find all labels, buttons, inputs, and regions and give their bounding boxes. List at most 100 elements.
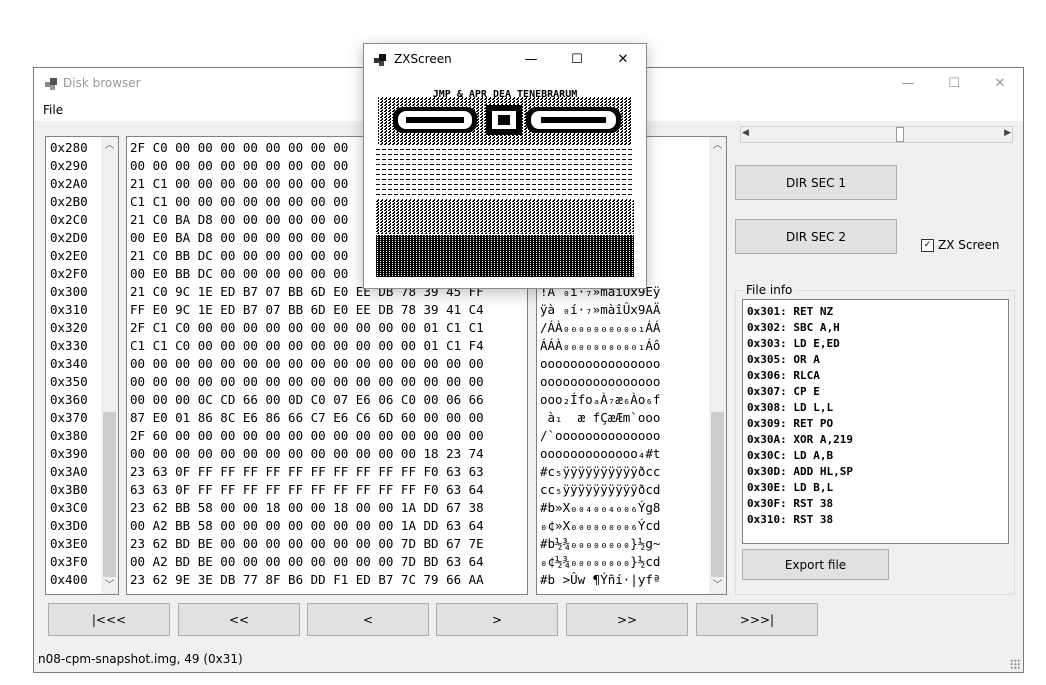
last-page-button[interactable]: >>>|	[696, 603, 818, 636]
ascii-row: #b½¾₀₀₀₀₀₀₀₀}½g~	[540, 536, 661, 551]
hex-row: FF E0 9C 1E ED B7 07 BB 6D E0 EE DB 78 3…	[130, 302, 484, 317]
file-info-group: File info 0x301: RET NZ 0x302: SBC A,H 0x3…	[735, 283, 1015, 595]
app-window-icon	[45, 78, 57, 90]
main-title: Disk browser	[63, 76, 141, 90]
offset-row: 0x2A0	[50, 176, 88, 191]
menu-file[interactable]: File	[43, 103, 63, 117]
zx-screen-checkbox[interactable]: ✓ ZX Screen	[921, 238, 1000, 252]
prev-big-button[interactable]: <<	[178, 603, 300, 636]
offset-row: 0x330	[50, 338, 88, 353]
offset-row: 0x3C0	[50, 500, 88, 515]
zxscreen-window: ZXScreen — ☐ ✕ JMP & APR DEA TENEBRARUM	[363, 43, 647, 289]
ascii-row: ₀¢½¾₀₀₀₀₀₀₀₀}½cd	[540, 554, 661, 569]
hex-row: 00 A2 BB 58 00 00 00 00 00 00 00 00 1A D…	[130, 518, 484, 533]
disassembly-lines: 0x301: RET NZ 0x302: SBC A,H 0x303: LD E,E…	[747, 304, 853, 528]
scroll-thumb[interactable]	[103, 412, 116, 577]
status-text: n08-cpm-snapshot.img, 49 (0x31)	[38, 652, 243, 666]
export-file-button[interactable]: Export file	[742, 549, 889, 580]
offset-row: 0x3A0	[50, 464, 88, 479]
scroll-down-icon[interactable]: ﹀	[709, 577, 726, 594]
disassembly-line: 0x301: RET NZ	[747, 305, 834, 318]
disassembly-line: 0x30E: LD B,L	[747, 481, 834, 494]
disassembly-line: 0x306: RLCA	[747, 369, 820, 382]
offset-row: 0x280	[50, 140, 88, 155]
checkbox-checked-icon[interactable]: ✓	[921, 238, 934, 252]
minimize-button[interactable]: —	[508, 44, 554, 75]
scroll-up-icon[interactable]: ︿	[101, 137, 118, 154]
disassembly-line: 0x30F: RST 38	[747, 497, 834, 510]
ascii-row: à₁ æ fÇæÆm`ooo	[540, 410, 661, 425]
next-button[interactable]: >	[436, 603, 558, 636]
next-big-button[interactable]: >>	[566, 603, 688, 636]
zx-screen-image: JMP & APR DEA TENEBRARUM	[376, 87, 634, 277]
disassembly-line: 0x310: RST 38	[747, 513, 834, 526]
offset-row: 0x350	[50, 374, 88, 389]
scroll-down-icon[interactable]: ﹀	[101, 577, 118, 594]
first-page-button[interactable]: |<<<	[48, 603, 170, 636]
file-info-list[interactable]: 0x301: RET NZ 0x302: SBC A,H 0x303: LD E,E…	[742, 299, 1009, 544]
zx-titlebar[interactable]: ZXScreen — ☐ ✕	[364, 44, 646, 74]
ascii-row: ÿà ₀í·₇»màîÛx9AÄ	[540, 302, 661, 317]
offset-row: 0x360	[50, 392, 88, 407]
ascii-row: #c₅ÿÿÿÿÿÿÿÿÿÿðcc	[540, 464, 661, 479]
zx-banner: JMP & APR DEA TENEBRARUM	[433, 89, 578, 100]
offset-row: 0x2E0	[50, 248, 88, 263]
offset-row: 0x2B0	[50, 194, 88, 209]
file-info-label: File info	[744, 283, 795, 297]
offset-list[interactable]: 0x280 0x290 0x2A0 0x2B0 0x2C0 0x2D0 0x2E0 0x2F0…	[45, 136, 119, 595]
hex-row: 00 00 00 00 00 00 00 00 00 00 00 00 00 1…	[130, 446, 484, 461]
dir-sec-2-button[interactable]: DIR SEC 2	[735, 219, 897, 254]
hex-row: C1 C1 C0 00 00 00 00 00 00 00 00 00 00 0…	[130, 338, 484, 353]
ascii-row: oooooooooooooooo	[540, 374, 661, 389]
ascii-row: ÁÁÀ₀₀₀₀₀₀₀₀₀₀₁Áô	[540, 338, 661, 353]
offset-row: 0x3F0	[50, 554, 88, 569]
hex-row: 87 E0 01 86 8C E6 86 66 C7 E6 C6 6D 60 0…	[130, 410, 484, 425]
disassembly-line: 0x308: LD L,L	[747, 401, 834, 414]
disassembly-line: 0x302: SBC A,H	[747, 321, 840, 334]
offset-row: 0x310	[50, 302, 88, 317]
maximize-button[interactable]: ☐	[554, 44, 600, 75]
disassembly-line: 0x30A: XOR A,219	[747, 433, 853, 446]
resize-grip-icon[interactable]	[1010, 659, 1020, 669]
hex-row: 23 63 0F FF FF FF FF FF FF FF FF FF FF F…	[130, 464, 484, 479]
offset-row: 0x3D0	[50, 518, 88, 533]
zx-screen-label: ZX Screen	[938, 238, 1000, 252]
disassembly-line: 0x30C: LD A,B	[747, 449, 834, 462]
app-window-icon	[374, 54, 386, 66]
ascii-row: oooooooooooooooo	[540, 356, 661, 371]
dir-sec-1-button[interactable]: DIR SEC 1	[735, 165, 897, 200]
scroll-left-icon[interactable]: ◀	[742, 128, 749, 138]
disassembly-line: 0x305: OR A	[747, 353, 820, 366]
ascii-scrollbar[interactable]: ︿ ﹀	[709, 137, 726, 594]
hex-row: 2F C1 C0 00 00 00 00 00 00 00 00 00 00 0…	[130, 320, 484, 335]
hex-row: 23 62 BB 58 00 00 18 00 00 18 00 00 1A D…	[130, 500, 484, 515]
ascii-row: cc₅ÿÿÿÿÿÿÿÿÿÿðcd	[540, 482, 661, 497]
maximize-button[interactable]: ☐	[931, 68, 977, 99]
hex-row: 00 00 00 0C CD 66 00 0D C0 07 E6 06 C0 0…	[130, 392, 484, 407]
offset-row: 0x400	[50, 572, 88, 587]
offset-row: 0x320	[50, 320, 88, 335]
offset-row: 0x2F0	[50, 266, 88, 281]
hscroll-thumb[interactable]	[896, 127, 904, 142]
hex-row: 00 00 00 00 00 00 00 00 00 00 00 00 00 0…	[130, 374, 484, 389]
close-button[interactable]: ✕	[600, 44, 646, 75]
scroll-thumb[interactable]	[711, 412, 724, 577]
horizontal-scrollbar[interactable]: ◀ ▶	[740, 126, 1013, 143]
ascii-row: /ÁÀ₀₀₀₀₀₀₀₀₀₀₁ÁÁ	[540, 320, 661, 335]
offset-row: 0x370	[50, 410, 88, 425]
disassembly-line: 0x30D: ADD HL,SP	[747, 465, 853, 478]
zx-title: ZXScreen	[394, 52, 452, 66]
offset-row: 0x300	[50, 284, 88, 299]
hex-row: 00 00 00 00 00 00 00 00 00 00 00 00 00 0…	[130, 356, 484, 371]
minimize-button[interactable]: —	[885, 68, 931, 99]
ascii-row: #b >Ûw ¶Ýñí·|yfª	[540, 572, 661, 587]
prev-button[interactable]: <	[307, 603, 429, 636]
scroll-up-icon[interactable]: ︿	[709, 137, 726, 154]
close-button[interactable]: ✕	[977, 68, 1023, 99]
ascii-row: ₀¢»X₀₀₀₀₀₀₀₀₆Ýcd	[540, 518, 661, 533]
hex-row: 00 A2 BD BE 00 00 00 00 00 00 00 00 7D B…	[130, 554, 484, 569]
scroll-right-icon[interactable]: ▶	[1004, 128, 1011, 138]
ascii-row: ooo₂ÍfoₐÀ₇æ₆Ào₆f	[540, 392, 661, 407]
offset-scrollbar[interactable]: ︿ ﹀	[101, 137, 118, 594]
hex-row: 23 62 BD BE 00 00 00 00 00 00 00 00 7D B…	[130, 536, 484, 551]
